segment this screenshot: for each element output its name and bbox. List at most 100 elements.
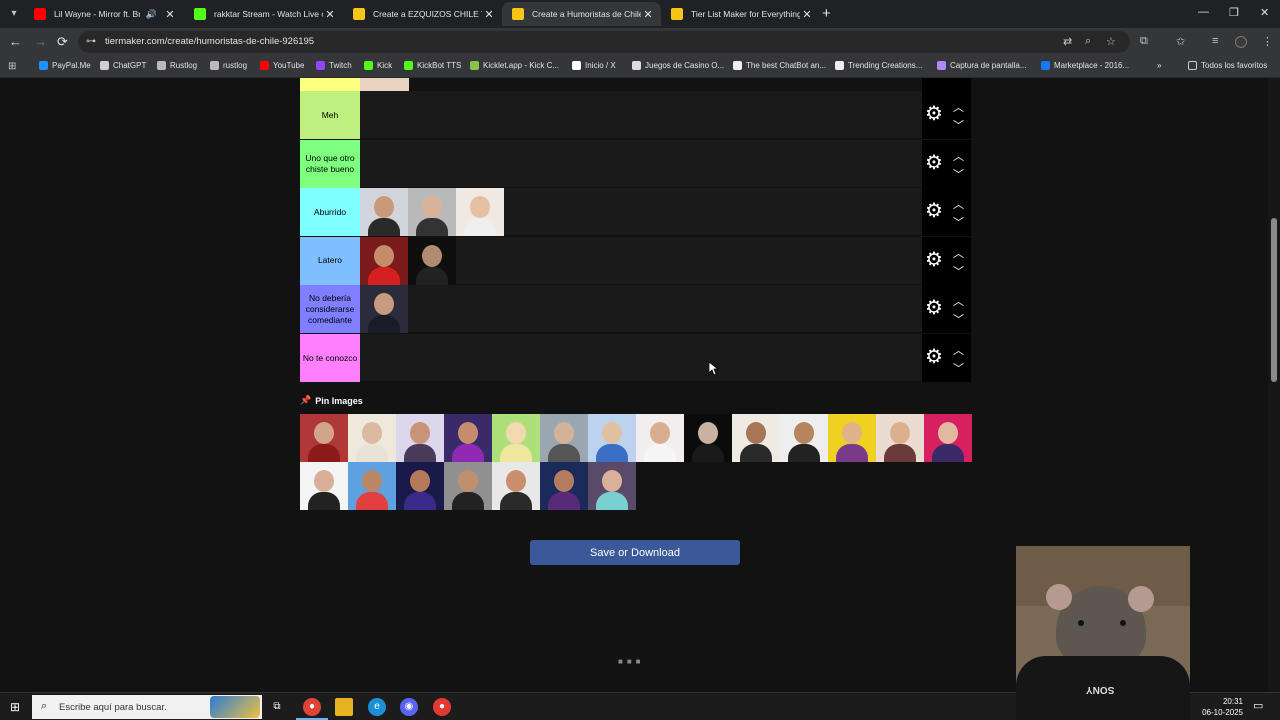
move-down-icon[interactable]: ﹀ xyxy=(953,166,964,182)
discord-icon[interactable]: ◉ xyxy=(400,698,418,716)
bookmark-star-icon[interactable]: ☆ xyxy=(1106,35,1116,48)
bookmark-item[interactable]: Kicklet.app - Kick C... xyxy=(470,61,559,70)
address-bar[interactable]: ⊶ tiermaker.com/create/humoristas-de-chi… xyxy=(78,31,1130,53)
tier-label[interactable]: Uno que otro chiste bueno xyxy=(300,139,360,188)
restore-button[interactable]: ❐ xyxy=(1229,6,1239,19)
tier-label[interactable]: Latero xyxy=(300,236,360,285)
browser-tab[interactable]: Create a Humoristas de Chile Tier List✕ xyxy=(502,2,661,26)
pool-image[interactable] xyxy=(924,414,972,462)
tier-label[interactable]: No debería considerarse comediante xyxy=(300,285,360,334)
pool-image[interactable] xyxy=(732,414,780,462)
browser-menu-icon[interactable]: ⋮ xyxy=(1262,35,1273,48)
close-tab-icon[interactable]: ✕ xyxy=(323,8,337,21)
tier-item-image[interactable] xyxy=(408,236,456,285)
tier-item-image[interactable] xyxy=(360,236,408,285)
pool-image[interactable] xyxy=(492,414,540,462)
tier-row[interactable]: No debería considerarse comediante ⚙ ︿ ﹀ xyxy=(300,285,971,334)
move-up-icon[interactable]: ︿ xyxy=(953,342,964,358)
apps-icon[interactable]: ⊞ xyxy=(8,61,16,72)
tier-label[interactable]: Aburrido xyxy=(300,188,360,237)
tier-row[interactable]: Latero ⚙ ︿ ﹀ xyxy=(300,236,971,285)
back-button[interactable]: ← xyxy=(9,34,22,49)
close-tab-icon[interactable]: ✕ xyxy=(163,8,177,21)
audio-playing-icon[interactable]: 🔊 xyxy=(146,9,157,20)
browser-tab[interactable]: rakktar Stream - Watch Live on Kick✕ xyxy=(184,2,343,26)
move-up-icon[interactable]: ︿ xyxy=(953,245,964,261)
gear-icon[interactable]: ⚙ xyxy=(925,347,943,367)
move-down-icon[interactable]: ﹀ xyxy=(953,117,964,133)
taskbar-search[interactable]: ⌕ Escribe aquí para buscar. xyxy=(32,695,262,719)
minimize-button[interactable]: — xyxy=(1198,6,1209,18)
close-tab-icon[interactable]: ✕ xyxy=(482,8,496,21)
all-bookmarks-folder[interactable]: Todos los favoritos xyxy=(1188,61,1267,70)
move-up-icon[interactable]: ︿ xyxy=(953,148,964,164)
close-tab-icon[interactable]: ✕ xyxy=(800,8,814,21)
chrome-icon[interactable]: ● xyxy=(303,698,321,716)
move-down-icon[interactable]: ﹀ xyxy=(953,311,964,327)
bookmark-item[interactable]: YouTube xyxy=(260,61,304,70)
bookmark-item[interactable]: Inicio / X xyxy=(572,61,616,70)
new-tab-button[interactable]: + xyxy=(822,5,831,22)
bookmark-item[interactable]: rustlog xyxy=(210,61,247,70)
pool-image[interactable] xyxy=(828,414,876,462)
bookmark-item[interactable]: Marketplace - 2016... xyxy=(1041,61,1129,70)
move-up-icon[interactable]: ︿ xyxy=(953,196,964,212)
pool-image[interactable] xyxy=(540,414,588,462)
scrollbar[interactable] xyxy=(1268,78,1280,692)
site-info-icon[interactable]: ⊶ xyxy=(86,36,96,47)
pool-image[interactable] xyxy=(396,414,444,462)
notifications-icon[interactable]: ▭ xyxy=(1253,699,1263,712)
pool-image[interactable] xyxy=(780,414,828,462)
reload-button[interactable]: ⟳ xyxy=(57,34,68,50)
browser-tab[interactable]: Lil Wayne - Mirror ft. Bruno Mars 🔊 ✕ xyxy=(24,2,183,26)
gear-icon[interactable]: ⚙ xyxy=(925,201,943,221)
close-window-button[interactable]: ✕ xyxy=(1260,6,1269,19)
move-down-icon[interactable]: ﹀ xyxy=(953,214,964,230)
pool-image[interactable] xyxy=(636,414,684,462)
pool-image[interactable] xyxy=(300,414,348,462)
gear-icon[interactable]: ⚙ xyxy=(925,298,943,318)
zoom-icon[interactable]: ⌕ xyxy=(1085,35,1091,48)
tier-row[interactable]: Meh ⚙ ︿ ﹀ xyxy=(300,91,971,139)
bookmarks-overflow-icon[interactable]: » xyxy=(1157,61,1161,70)
bookmark-item[interactable]: Twitch xyxy=(316,61,352,70)
move-down-icon[interactable]: ﹀ xyxy=(953,360,964,376)
bookmark-item[interactable]: Captura de pantalla... xyxy=(937,61,1027,70)
task-view-icon[interactable]: ⧉ xyxy=(268,698,286,716)
gear-icon[interactable]: ⚙ xyxy=(925,104,943,124)
tier-label[interactable]: Meh xyxy=(300,91,360,139)
move-up-icon[interactable]: ︿ xyxy=(953,99,964,115)
tier-item-image[interactable] xyxy=(456,188,504,237)
tier-row[interactable]: Aburrido ⚙ ︿ ﹀ xyxy=(300,188,971,237)
forward-button[interactable]: → xyxy=(34,34,47,49)
pool-image[interactable] xyxy=(492,462,540,510)
pool-image[interactable] xyxy=(348,414,396,462)
bookmark-item[interactable]: Trending Creations... xyxy=(835,61,922,70)
tab-search-button[interactable]: ▾ xyxy=(4,4,24,24)
pool-image[interactable] xyxy=(540,462,588,510)
bookmark-item[interactable]: Rustlog xyxy=(157,61,197,70)
pool-image[interactable] xyxy=(348,462,396,510)
media-control-icon[interactable]: ≡ xyxy=(1212,35,1218,47)
scrollbar-thumb[interactable] xyxy=(1271,218,1277,382)
pool-image[interactable] xyxy=(300,462,348,510)
save-download-button[interactable]: Save or Download xyxy=(530,540,740,565)
bookmark-item[interactable]: PayPal.Me xyxy=(39,61,91,70)
pool-image[interactable] xyxy=(444,414,492,462)
bookmark-item[interactable]: ChatGPT xyxy=(100,61,146,70)
tier-item-image[interactable] xyxy=(408,188,456,237)
pool-image[interactable] xyxy=(588,414,636,462)
taskbar-clock[interactable]: 20:31 06-10-2025 xyxy=(1197,696,1243,718)
pool-image[interactable] xyxy=(684,414,732,462)
tier-row[interactable]: Uno que otro chiste bueno ⚙ ︿ ﹀ xyxy=(300,139,971,188)
gear-icon[interactable]: ⚙ xyxy=(925,153,943,173)
translate-icon[interactable]: ⇄ xyxy=(1063,35,1072,48)
file-explorer-icon[interactable] xyxy=(335,698,353,716)
windows-start-icon[interactable]: ⊞ xyxy=(10,700,20,714)
extensions-icon[interactable]: ⧉ xyxy=(1140,35,1148,48)
gear-icon[interactable]: ⚙ xyxy=(925,250,943,270)
reading-list-icon[interactable]: ✩ xyxy=(1176,35,1185,48)
edge-icon[interactable]: e xyxy=(368,698,386,716)
bookmark-item[interactable]: Kick xyxy=(364,61,392,70)
browser-tab[interactable]: Create a EZQUIZOS CHILE Tier List✕ xyxy=(343,2,502,26)
